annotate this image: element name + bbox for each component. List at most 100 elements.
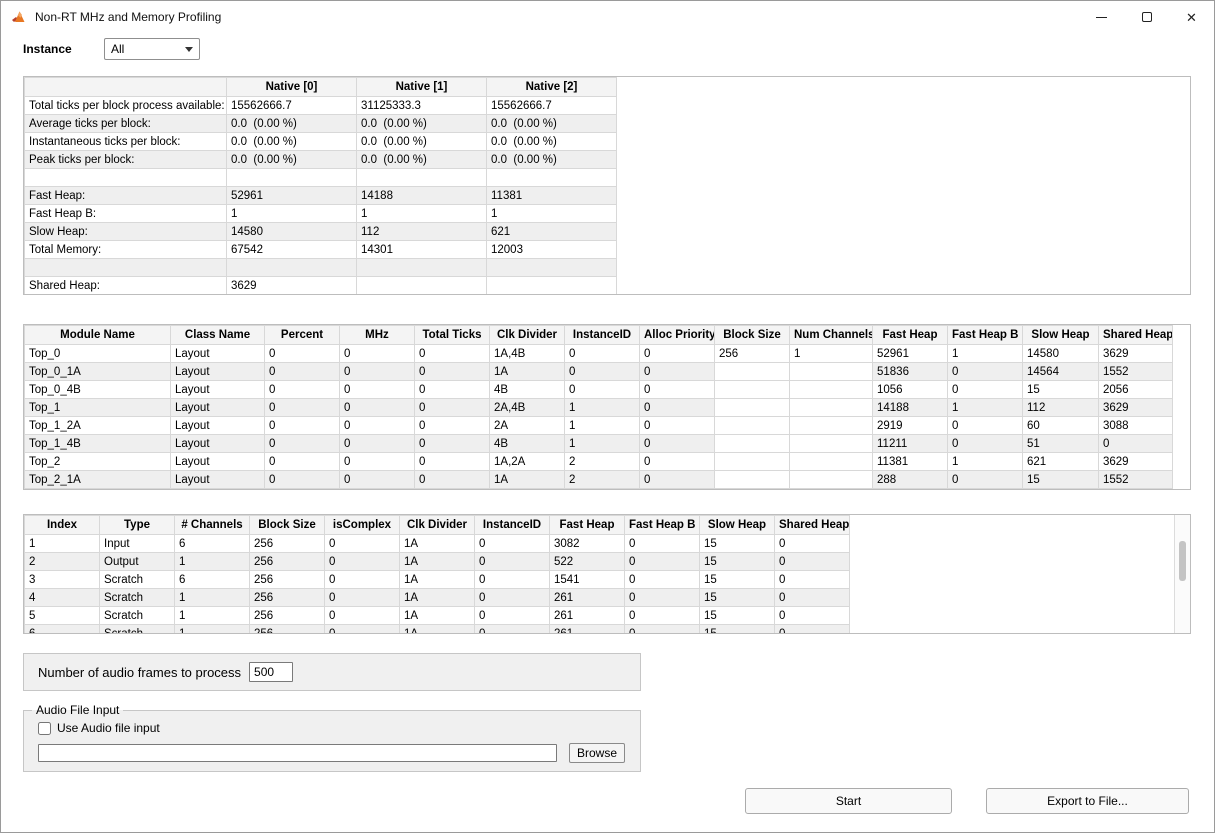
table-cell[interactable]: 256 — [250, 535, 325, 553]
table-cell[interactable]: Fast Heap: — [25, 187, 227, 205]
table-cell[interactable]: 0 — [625, 625, 700, 635]
table-cell[interactable]: 15562666.7 — [227, 97, 357, 115]
table-cell[interactable]: 0 — [415, 363, 490, 381]
table-row[interactable]: Fast Heap:529611418811381 — [25, 187, 617, 205]
table-cell[interactable]: 0 — [948, 417, 1023, 435]
table-cell[interactable]: 1541 — [550, 571, 625, 589]
table-cell[interactable]: 2A — [490, 417, 565, 435]
browse-button[interactable]: Browse — [569, 743, 625, 763]
table-cell[interactable] — [25, 259, 227, 277]
table-cell[interactable]: 0 — [640, 381, 715, 399]
table-cell[interactable]: 621 — [1023, 453, 1099, 471]
table-cell[interactable]: 1A — [400, 607, 475, 625]
table-cell[interactable] — [715, 453, 790, 471]
table-row[interactable]: 4Scratch125601A02610150 — [25, 589, 850, 607]
export-button[interactable]: Export to File... — [986, 788, 1189, 814]
table-cell[interactable]: 0 — [340, 417, 415, 435]
table-cell[interactable]: 0 — [775, 571, 850, 589]
table-cell[interactable]: 0 — [565, 363, 640, 381]
table-row[interactable] — [25, 259, 617, 277]
table-cell[interactable]: 0 — [325, 589, 400, 607]
table-cell[interactable]: 0 — [948, 435, 1023, 453]
table-cell[interactable]: 256 — [250, 571, 325, 589]
table-row[interactable]: Top_2_1ALayout0001A202880151552 — [25, 471, 1173, 489]
table-cell[interactable]: Layout — [171, 435, 265, 453]
table-cell[interactable]: 14564 — [1023, 363, 1099, 381]
table-cell[interactable]: 1 — [565, 399, 640, 417]
table-cell[interactable]: 0 — [340, 453, 415, 471]
table-cell[interactable]: 0 — [948, 381, 1023, 399]
table-cell[interactable]: 0 — [340, 381, 415, 399]
table-row[interactable]: Top_1Layout0002A,4B101418811123629 — [25, 399, 1173, 417]
table-cell[interactable]: Scratch — [100, 571, 175, 589]
table-cell[interactable]: 15 — [1023, 471, 1099, 489]
table-cell[interactable] — [357, 169, 487, 187]
table-cell[interactable]: 0 — [325, 571, 400, 589]
table-row[interactable]: 6Scratch125601A02610150 — [25, 625, 850, 635]
table-cell[interactable]: 2 — [25, 553, 100, 571]
table-cell[interactable]: 1A,4B — [490, 345, 565, 363]
table-cell[interactable] — [357, 259, 487, 277]
table-cell[interactable]: 256 — [250, 625, 325, 635]
table-row[interactable]: Top_0_1ALayout0001A00518360145641552 — [25, 363, 1173, 381]
table-cell[interactable]: 256 — [250, 553, 325, 571]
table-cell[interactable]: Total Memory: — [25, 241, 227, 259]
table-cell[interactable]: 1A — [490, 471, 565, 489]
table-cell[interactable]: Layout — [171, 399, 265, 417]
table-cell[interactable] — [790, 363, 873, 381]
table-cell[interactable]: 0 — [265, 417, 340, 435]
close-button[interactable]: ✕ — [1169, 1, 1214, 33]
table-cell[interactable]: 0 — [640, 399, 715, 417]
table-cell[interactable]: 0 — [625, 535, 700, 553]
table-cell[interactable]: Peak ticks per block: — [25, 151, 227, 169]
table-cell[interactable]: 0 — [475, 571, 550, 589]
table-cell[interactable]: 1 — [790, 345, 873, 363]
table-cell[interactable]: 0 — [625, 589, 700, 607]
table-cell[interactable]: 51 — [1023, 435, 1099, 453]
table-cell[interactable]: 1 — [487, 205, 617, 223]
table-cell[interactable]: Slow Heap: — [25, 223, 227, 241]
table-cell[interactable]: 1 — [25, 535, 100, 553]
table-cell[interactable]: 256 — [250, 607, 325, 625]
table-cell[interactable]: 0 — [775, 607, 850, 625]
table-cell[interactable] — [715, 471, 790, 489]
table-cell[interactable]: 11381 — [487, 187, 617, 205]
table-cell[interactable]: 1 — [948, 345, 1023, 363]
table-cell[interactable]: 0 — [625, 553, 700, 571]
table-cell[interactable]: 31125333.3 — [357, 97, 487, 115]
table-cell[interactable]: 3629 — [1099, 453, 1173, 471]
table-cell[interactable]: 15 — [700, 625, 775, 635]
table-cell[interactable]: 261 — [550, 589, 625, 607]
table-cell[interactable]: 67542 — [227, 241, 357, 259]
table-cell[interactable] — [715, 399, 790, 417]
table-cell[interactable]: 2919 — [873, 417, 948, 435]
table-cell[interactable]: 14580 — [1023, 345, 1099, 363]
table-cell[interactable]: 1A,2A — [490, 453, 565, 471]
table-cell[interactable]: 0.0 (0.00 %) — [487, 115, 617, 133]
table-cell[interactable]: Layout — [171, 453, 265, 471]
audio-file-path-input[interactable] — [38, 744, 557, 762]
table-cell[interactable]: Input — [100, 535, 175, 553]
table-cell[interactable] — [25, 169, 227, 187]
table-cell[interactable]: 4B — [490, 381, 565, 399]
table-cell[interactable]: 0.0 (0.00 %) — [357, 151, 487, 169]
table-cell[interactable]: 1 — [357, 205, 487, 223]
table-cell[interactable]: 0 — [340, 399, 415, 417]
table-cell[interactable]: 2056 — [1099, 381, 1173, 399]
table-cell[interactable]: 0 — [1099, 435, 1173, 453]
table-cell[interactable]: 1A — [400, 553, 475, 571]
table-cell[interactable]: 1 — [175, 589, 250, 607]
table-cell[interactable]: 0 — [475, 553, 550, 571]
table-cell[interactable]: 51836 — [873, 363, 948, 381]
table-cell[interactable]: 1552 — [1099, 471, 1173, 489]
table-cell[interactable]: 3629 — [1099, 399, 1173, 417]
table-cell[interactable]: 0.0 (0.00 %) — [357, 133, 487, 151]
table-cell[interactable]: Layout — [171, 417, 265, 435]
table-cell[interactable]: Top_2_1A — [25, 471, 171, 489]
table-cell[interactable]: 1 — [948, 453, 1023, 471]
table-cell[interactable] — [790, 453, 873, 471]
table-cell[interactable]: 0 — [415, 345, 490, 363]
table-cell[interactable] — [227, 259, 357, 277]
table-row[interactable]: 5Scratch125601A02610150 — [25, 607, 850, 625]
table-cell[interactable]: 3088 — [1099, 417, 1173, 435]
